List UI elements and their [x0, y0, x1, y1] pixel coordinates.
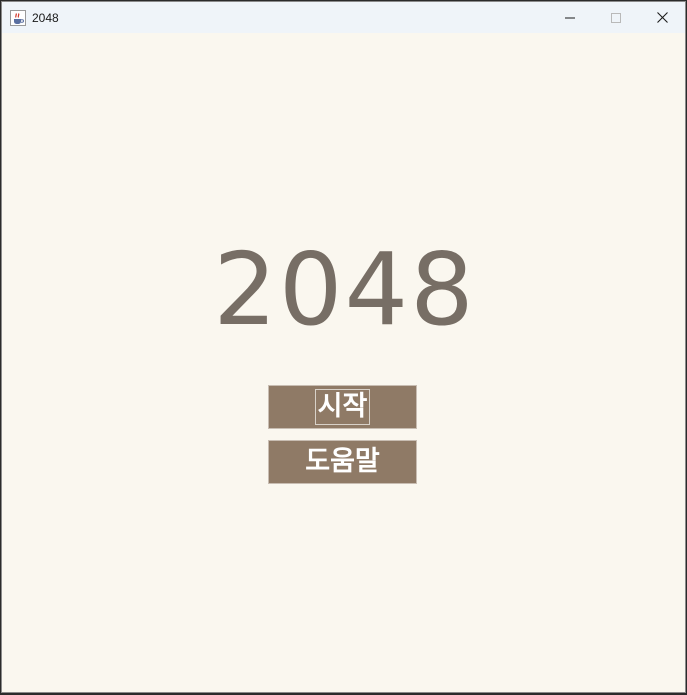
- window-controls: [547, 2, 685, 33]
- maximize-button[interactable]: [593, 2, 639, 33]
- start-button[interactable]: 시작: [268, 385, 417, 429]
- close-button[interactable]: [639, 2, 685, 33]
- maximize-icon: [611, 12, 621, 23]
- start-button-label: 시작: [314, 389, 371, 425]
- title-bar[interactable]: 2048: [2, 2, 685, 33]
- java-cup-icon: [10, 9, 26, 26]
- minimize-icon: [565, 13, 575, 23]
- game-logo: 2048: [213, 231, 476, 348]
- help-button[interactable]: 도움말: [268, 440, 417, 484]
- app-window: 2048 2048 시작 도움말: [1, 1, 686, 693]
- window-title: 2048: [32, 10, 59, 25]
- help-button-label: 도움말: [305, 446, 380, 477]
- minimize-button[interactable]: [547, 2, 593, 33]
- close-icon: [656, 12, 668, 23]
- main-panel: 2048 시작 도움말: [2, 33, 685, 692]
